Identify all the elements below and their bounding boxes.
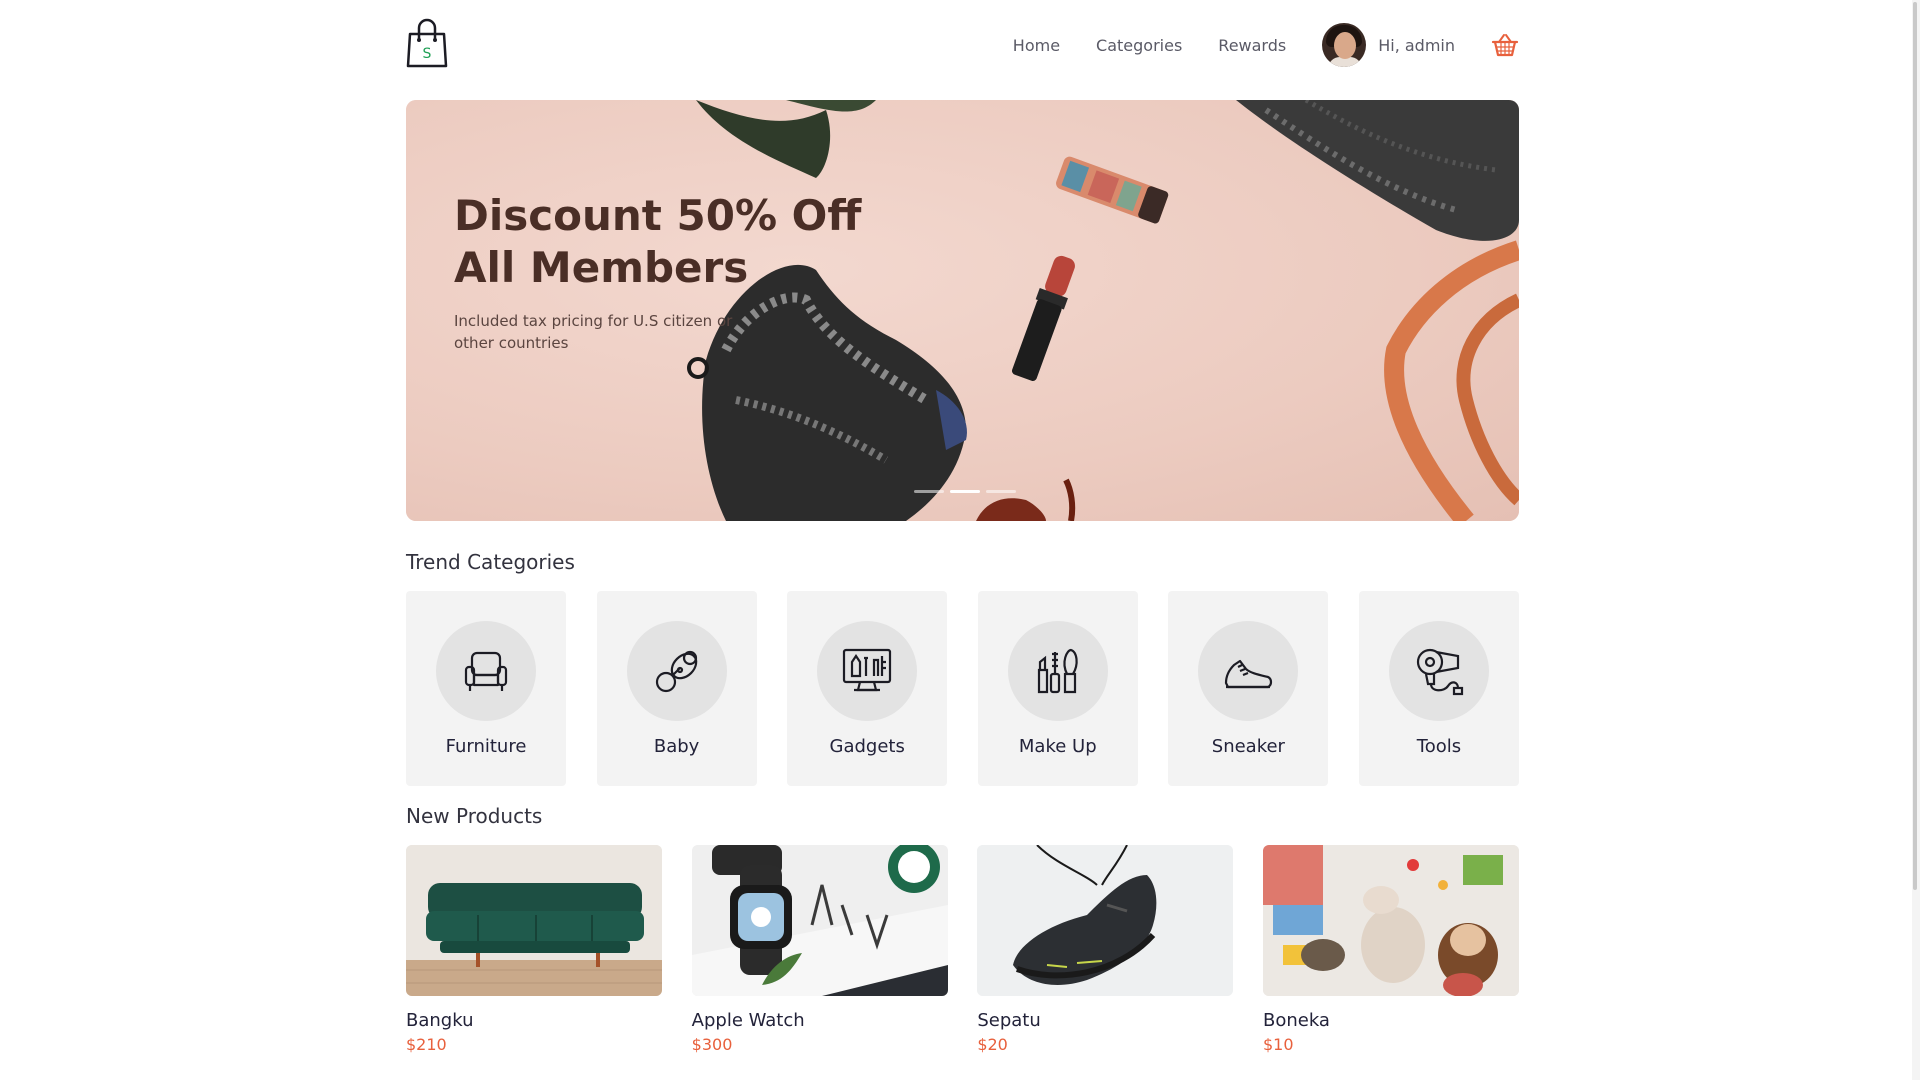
product-price: $10	[1262, 1035, 1294, 1054]
category-make-up[interactable]: Make Up	[977, 591, 1138, 786]
carousel-dot-2[interactable]	[950, 490, 980, 493]
nav-categories[interactable]: Categories	[1096, 36, 1182, 55]
carousel-dot-3[interactable]	[986, 490, 1016, 493]
product-image[interactable]	[1262, 845, 1519, 996]
hair-dryer-icon	[1416, 648, 1464, 696]
carousel-dot-1[interactable]	[914, 490, 944, 493]
avatar[interactable]	[1322, 23, 1367, 67]
hero-title: Discount 50% Off All Members	[454, 190, 874, 294]
product-card[interactable]: Boneka $10	[1262, 845, 1519, 1054]
product-image[interactable]	[406, 845, 662, 996]
user-greeting[interactable]: Hi, admin	[1378, 36, 1455, 55]
product-name[interactable]: Apple Watch	[692, 1010, 948, 1031]
category-gadgets[interactable]: Gadgets	[787, 591, 948, 786]
new-products-title: New Products	[406, 804, 543, 828]
carousel-dots	[914, 490, 1016, 493]
shopping-bag-logo-icon[interactable]: S	[406, 18, 448, 70]
scrollbar[interactable]	[1912, 0, 1920, 1080]
product-price: $300	[691, 1035, 733, 1054]
hero-title-line1: Discount 50% Off	[454, 191, 862, 240]
nav-rewards[interactable]: Rewards	[1218, 36, 1286, 55]
hero-subtitle: Included tax pricing for U.S citizen or …	[454, 312, 733, 352]
armchair-icon	[464, 651, 508, 691]
user-menu[interactable]: Hi, admin	[1322, 23, 1455, 67]
makeup-icon	[1037, 648, 1078, 694]
sneaker-icon	[1225, 659, 1273, 689]
hero-banner[interactable]: Discount 50% Off All Members Included ta…	[406, 100, 1519, 521]
trend-categories-title: Trend Categories	[406, 550, 575, 574]
category-label: Baby	[653, 736, 700, 757]
category-furniture[interactable]: Furniture	[406, 591, 566, 786]
logo-letter: S	[423, 46, 432, 62]
category-label: Sneaker	[1211, 736, 1285, 757]
basket-icon[interactable]	[1491, 32, 1519, 58]
category-label: Tools	[1416, 736, 1462, 757]
category-list: Furniture Baby Gadgets Make Up Sneaker T…	[406, 591, 1519, 786]
category-label: Furniture	[445, 736, 527, 757]
monitor-icon	[843, 648, 892, 692]
product-card[interactable]: Bangku $210	[406, 845, 662, 1054]
pacifier-icon	[655, 650, 697, 693]
category-tools[interactable]: Tools	[1358, 591, 1519, 786]
product-card[interactable]: Sepatu $20	[977, 845, 1234, 1054]
main-nav: Home Categories Rewards Hi, admin	[1013, 22, 1519, 68]
product-image[interactable]	[691, 845, 948, 996]
product-name[interactable]: Bangku	[406, 1010, 662, 1031]
category-label: Gadgets	[829, 736, 905, 757]
product-price: $210	[406, 1035, 447, 1054]
product-list: Bangku $210 Apple Watch $300 Sepatu $20 …	[406, 845, 1519, 1054]
hero-title-line2: All Members	[454, 243, 749, 292]
category-sneaker[interactable]: Sneaker	[1168, 591, 1329, 786]
scrollbar-thumb[interactable]	[1913, 2, 1917, 890]
product-image[interactable]	[977, 845, 1234, 996]
category-label: Make Up	[1018, 736, 1097, 757]
product-price: $20	[977, 1035, 1008, 1054]
category-baby[interactable]: Baby	[596, 591, 757, 786]
product-name[interactable]: Boneka	[1263, 1010, 1519, 1031]
header: S Home Categories Rewards Hi, admin	[406, 0, 1519, 100]
product-card[interactable]: Apple Watch $300	[691, 845, 948, 1054]
product-name[interactable]: Sepatu	[977, 1010, 1233, 1031]
nav-home[interactable]: Home	[1013, 36, 1060, 55]
